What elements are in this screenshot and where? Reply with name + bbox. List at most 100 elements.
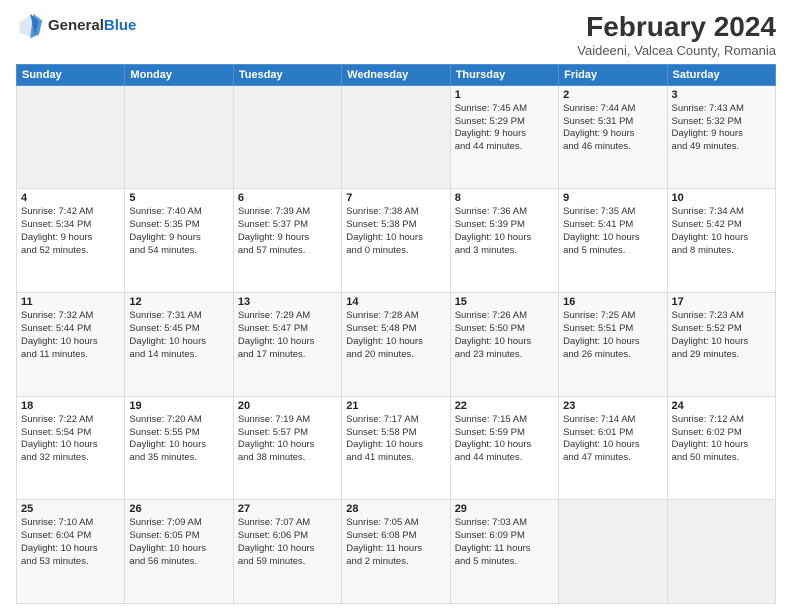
calendar-cell: 19 Sunrise: 7:20 AM Sunset: 5:55 PM Dayli…	[125, 396, 233, 500]
calendar-cell: 15 Sunrise: 7:26 AM Sunset: 5:50 PM Dayli…	[450, 293, 558, 397]
weekday-header: Saturday	[667, 64, 775, 85]
day-info: Sunrise: 7:07 AM Sunset: 6:06 PM Dayligh…	[238, 517, 337, 568]
weekday-header: Thursday	[450, 64, 558, 85]
day-info: Sunrise: 7:28 AM Sunset: 5:48 PM Dayligh…	[346, 310, 445, 361]
calendar-week-row: 1 Sunrise: 7:45 AM Sunset: 5:29 PM Daylig…	[17, 85, 776, 189]
day-info: Sunrise: 7:12 AM Sunset: 6:02 PM Dayligh…	[672, 414, 771, 465]
calendar-cell: 20Sunrise: 7:19 AM Sunset: 5:57 PM Dayli…	[233, 396, 341, 500]
title-block: February 2024 Vaideeni, Valcea County, R…	[577, 12, 776, 58]
calendar-cell: 27 Sunrise: 7:07 AM Sunset: 6:06 PM Dayli…	[233, 500, 341, 604]
calendar-cell: 18 Sunrise: 7:22 AM Sunset: 5:54 PM Dayli…	[17, 396, 125, 500]
day-info: Sunrise: 7:38 AM Sunset: 5:38 PM Dayligh…	[346, 206, 445, 257]
day-info: Sunrise: 7:35 AM Sunset: 5:41 PM Dayligh…	[563, 206, 662, 257]
day-number: 20	[238, 400, 337, 412]
day-number: 1	[455, 89, 554, 101]
day-info: Sunrise: 7:09 AM Sunset: 6:05 PM Dayligh…	[129, 517, 228, 568]
calendar-cell: 23 Sunrise: 7:14 AM Sunset: 6:01 PM Dayli…	[559, 396, 667, 500]
calendar-cell: 3Sunrise: 7:43 AM Sunset: 5:32 PM Daylig…	[667, 85, 775, 189]
day-number: 29	[455, 503, 554, 515]
page: GeneralBlue February 2024 Vaideeni, Valc…	[0, 0, 792, 612]
weekday-header: Sunday	[17, 64, 125, 85]
day-number: 8	[455, 192, 554, 204]
day-number: 23	[563, 400, 662, 412]
calendar-cell: 13 Sunrise: 7:29 AM Sunset: 5:47 PM Dayli…	[233, 293, 341, 397]
day-info: Sunrise: 7:14 AM Sunset: 6:01 PM Dayligh…	[563, 414, 662, 465]
day-info: Sunrise: 7:45 AM Sunset: 5:29 PM Dayligh…	[455, 103, 554, 154]
day-number: 28	[346, 503, 445, 515]
weekday-header: Monday	[125, 64, 233, 85]
day-number: 18	[21, 400, 120, 412]
calendar-cell: 14 Sunrise: 7:28 AM Sunset: 5:48 PM Dayli…	[342, 293, 450, 397]
day-info: Sunrise: 7:10 AM Sunset: 6:04 PM Dayligh…	[21, 517, 120, 568]
day-number: 25	[21, 503, 120, 515]
calendar-cell: 8 Sunrise: 7:36 AM Sunset: 5:39 PM Daylig…	[450, 189, 558, 293]
day-info: Sunrise: 7:36 AM Sunset: 5:39 PM Dayligh…	[455, 206, 554, 257]
day-number: 12	[129, 296, 228, 308]
calendar-cell: 29Sunrise: 7:03 AM Sunset: 6:09 PM Dayli…	[450, 500, 558, 604]
calendar-cell: 24 Sunrise: 7:12 AM Sunset: 6:02 PM Dayli…	[667, 396, 775, 500]
calendar-cell	[125, 85, 233, 189]
calendar-cell	[233, 85, 341, 189]
calendar-cell	[342, 85, 450, 189]
day-info: Sunrise: 7:42 AM Sunset: 5:34 PM Dayligh…	[21, 206, 120, 257]
day-number: 22	[455, 400, 554, 412]
calendar-week-row: 4 Sunrise: 7:42 AM Sunset: 5:34 PM Daylig…	[17, 189, 776, 293]
calendar-cell	[559, 500, 667, 604]
calendar-cell: 25 Sunrise: 7:10 AM Sunset: 6:04 PM Dayli…	[17, 500, 125, 604]
day-number: 27	[238, 503, 337, 515]
day-number: 17	[672, 296, 771, 308]
day-info: Sunrise: 7:31 AM Sunset: 5:45 PM Dayligh…	[129, 310, 228, 361]
day-info: Sunrise: 7:26 AM Sunset: 5:50 PM Dayligh…	[455, 310, 554, 361]
calendar-cell: 26 Sunrise: 7:09 AM Sunset: 6:05 PM Dayli…	[125, 500, 233, 604]
calendar-cell: 2 Sunrise: 7:44 AM Sunset: 5:31 PM Daylig…	[559, 85, 667, 189]
day-info: Sunrise: 7:44 AM Sunset: 5:31 PM Dayligh…	[563, 103, 662, 154]
calendar-cell	[667, 500, 775, 604]
day-number: 5	[129, 192, 228, 204]
calendar-week-row: 11Sunrise: 7:32 AM Sunset: 5:44 PM Dayli…	[17, 293, 776, 397]
day-info: Sunrise: 7:39 AM Sunset: 5:37 PM Dayligh…	[238, 206, 337, 257]
day-number: 11	[21, 296, 120, 308]
calendar-cell: 5 Sunrise: 7:40 AM Sunset: 5:35 PM Daylig…	[125, 189, 233, 293]
location: Vaideeni, Valcea County, Romania	[577, 43, 776, 58]
calendar-cell: 22 Sunrise: 7:15 AM Sunset: 5:59 PM Dayli…	[450, 396, 558, 500]
calendar-cell: 1 Sunrise: 7:45 AM Sunset: 5:29 PM Daylig…	[450, 85, 558, 189]
day-number: 10	[672, 192, 771, 204]
calendar-cell: 21Sunrise: 7:17 AM Sunset: 5:58 PM Dayli…	[342, 396, 450, 500]
day-number: 4	[21, 192, 120, 204]
calendar-cell: 17Sunrise: 7:23 AM Sunset: 5:52 PM Dayli…	[667, 293, 775, 397]
calendar-week-row: 18 Sunrise: 7:22 AM Sunset: 5:54 PM Dayli…	[17, 396, 776, 500]
day-info: Sunrise: 7:15 AM Sunset: 5:59 PM Dayligh…	[455, 414, 554, 465]
day-info: Sunrise: 7:20 AM Sunset: 5:55 PM Dayligh…	[129, 414, 228, 465]
day-number: 13	[238, 296, 337, 308]
day-info: Sunrise: 7:40 AM Sunset: 5:35 PM Dayligh…	[129, 206, 228, 257]
logo-text: GeneralBlue	[48, 18, 136, 35]
day-number: 19	[129, 400, 228, 412]
day-number: 15	[455, 296, 554, 308]
day-number: 2	[563, 89, 662, 101]
calendar-cell: 11Sunrise: 7:32 AM Sunset: 5:44 PM Dayli…	[17, 293, 125, 397]
day-info: Sunrise: 7:25 AM Sunset: 5:51 PM Dayligh…	[563, 310, 662, 361]
month-year: February 2024	[577, 12, 776, 43]
day-number: 14	[346, 296, 445, 308]
day-number: 3	[672, 89, 771, 101]
day-number: 16	[563, 296, 662, 308]
day-number: 26	[129, 503, 228, 515]
header: GeneralBlue February 2024 Vaideeni, Valc…	[16, 12, 776, 58]
calendar: SundayMondayTuesdayWednesdayThursdayFrid…	[16, 64, 776, 604]
day-number: 7	[346, 192, 445, 204]
day-info: Sunrise: 7:29 AM Sunset: 5:47 PM Dayligh…	[238, 310, 337, 361]
calendar-cell: 6 Sunrise: 7:39 AM Sunset: 5:37 PM Daylig…	[233, 189, 341, 293]
day-info: Sunrise: 7:22 AM Sunset: 5:54 PM Dayligh…	[21, 414, 120, 465]
calendar-cell: 9 Sunrise: 7:35 AM Sunset: 5:41 PM Daylig…	[559, 189, 667, 293]
calendar-cell: 16 Sunrise: 7:25 AM Sunset: 5:51 PM Dayli…	[559, 293, 667, 397]
weekday-header: Friday	[559, 64, 667, 85]
day-number: 6	[238, 192, 337, 204]
calendar-header-row: SundayMondayTuesdayWednesdayThursdayFrid…	[17, 64, 776, 85]
day-info: Sunrise: 7:17 AM Sunset: 5:58 PM Dayligh…	[346, 414, 445, 465]
weekday-header: Wednesday	[342, 64, 450, 85]
day-number: 24	[672, 400, 771, 412]
calendar-week-row: 25 Sunrise: 7:10 AM Sunset: 6:04 PM Dayli…	[17, 500, 776, 604]
day-number: 9	[563, 192, 662, 204]
calendar-cell: 28Sunrise: 7:05 AM Sunset: 6:08 PM Dayli…	[342, 500, 450, 604]
calendar-cell	[17, 85, 125, 189]
